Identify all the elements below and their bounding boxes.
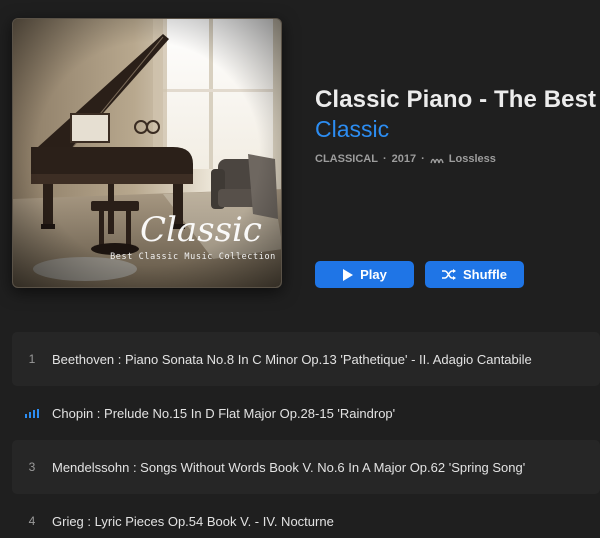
track-row[interactable]: 1 Beethoven : Piano Sonata No.8 In C Min…: [12, 332, 600, 386]
artwork-cover-subtitle: Best Classic Music Collection: [110, 252, 276, 262]
album-artist-link[interactable]: Classic: [315, 116, 389, 143]
meta-separator: ·: [382, 153, 387, 165]
track-title: Grieg : Lyric Pieces Op.54 Book V. - IV.…: [52, 513, 334, 529]
now-playing-bars-icon: [24, 408, 40, 418]
artwork-cover-text: Classic: [140, 210, 262, 250]
album-title: Classic Piano - The Best: [315, 86, 597, 113]
shuffle-icon: [441, 269, 456, 280]
track-title: Mendelssohn : Songs Without Words Book V…: [52, 459, 526, 475]
track-number: 3: [28, 460, 36, 474]
shuffle-button[interactable]: Shuffle: [425, 261, 524, 288]
lossless-waveform-icon: [430, 155, 444, 164]
album-quality: Lossless: [448, 153, 496, 165]
album-year: 2017: [391, 153, 417, 165]
track-title: Chopin : Prelude No.15 In D Flat Major O…: [52, 405, 396, 421]
album-artwork-image: Classic Best Classic Music Collection: [13, 19, 281, 287]
track-row[interactable]: 3 Mendelssohn : Songs Without Words Book…: [12, 440, 600, 494]
track-title: Beethoven : Piano Sonata No.8 In C Minor…: [52, 351, 532, 367]
album-artwork[interactable]: Classic Best Classic Music Collection: [12, 18, 282, 288]
track-number: 1: [28, 352, 36, 366]
track-list: 1 Beethoven : Piano Sonata No.8 In C Min…: [12, 332, 600, 538]
play-button[interactable]: Play: [315, 261, 414, 288]
track-number: [12, 408, 52, 418]
play-button-label: Play: [360, 267, 387, 282]
album-page: Classic Best Classic Music Collection Cl…: [0, 0, 600, 538]
album-genre: CLASSICAL: [315, 153, 378, 165]
track-number: 4: [28, 514, 36, 528]
meta-separator: ·: [421, 153, 425, 165]
track-row-now-playing[interactable]: Chopin : Prelude No.15 In D Flat Major O…: [12, 386, 600, 440]
shuffle-button-label: Shuffle: [462, 267, 508, 282]
play-icon: [342, 268, 354, 281]
album-metadata: CLASSICAL · 2017 · Lossless: [315, 153, 496, 165]
track-row[interactable]: 4 Grieg : Lyric Pieces Op.54 Book V. - I…: [12, 494, 600, 538]
